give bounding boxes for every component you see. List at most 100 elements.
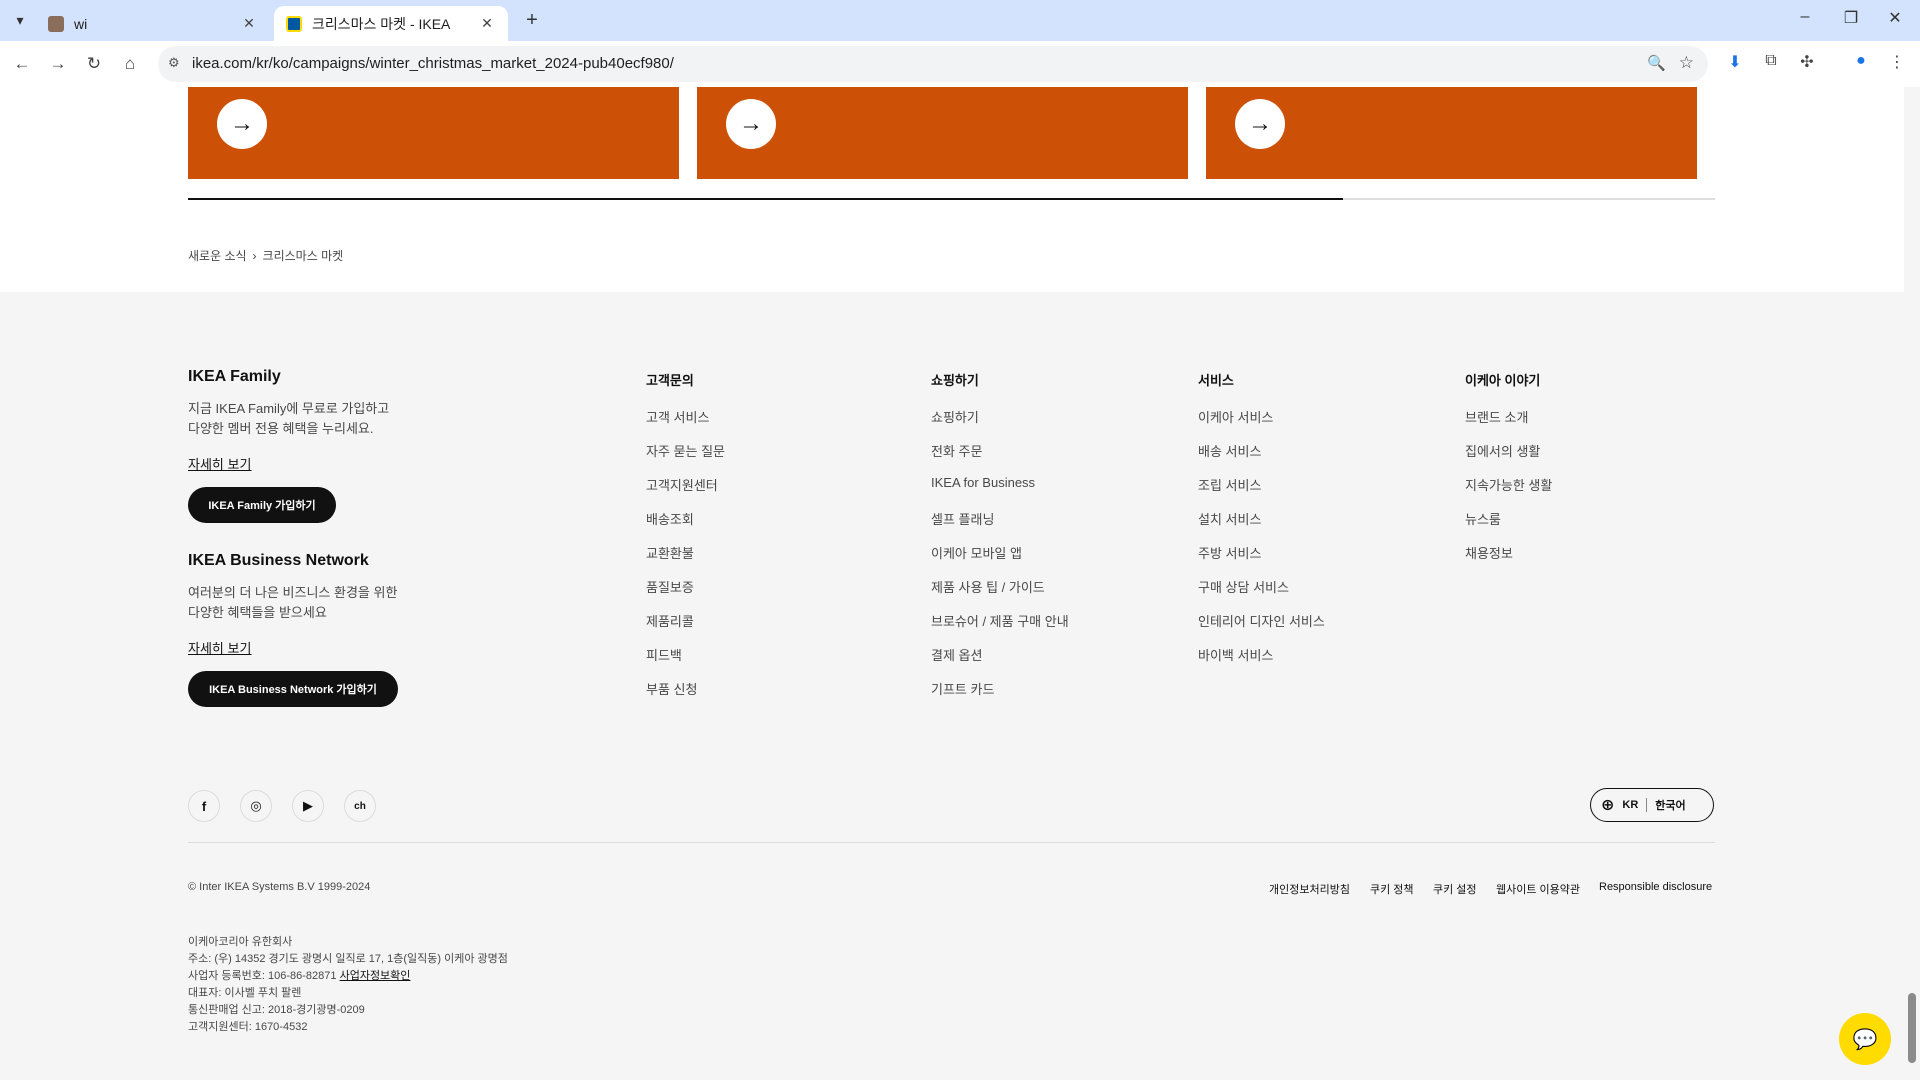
youtube-icon[interactable]: ▶	[292, 790, 324, 822]
browser-toolbar: ← → ↻ ⌂ ⚙ ikea.com/kr/ko/campaigns/winte…	[0, 41, 1920, 87]
family-more-link[interactable]: 자세히 보기	[188, 454, 251, 473]
download-icon[interactable]: ⬇	[1724, 52, 1746, 74]
language-name: 한국어	[1655, 800, 1686, 812]
forward-icon[interactable]: →	[47, 53, 69, 75]
family-join-button[interactable]: IKEA Family 가입하기	[188, 487, 336, 523]
footer-link[interactable]: 뉴스룸	[1465, 509, 1501, 528]
footer-link[interactable]: IKEA for Business	[931, 475, 1035, 490]
footer-link[interactable]: 이케아 모바일 앱	[931, 543, 1022, 562]
site-info-icon[interactable]: ⚙	[168, 55, 180, 71]
footer-link[interactable]: 결제 옵션	[931, 645, 982, 664]
restore-icon[interactable]: ❐	[1836, 8, 1866, 28]
chat-button[interactable]: 💬	[1839, 1013, 1891, 1065]
biz-no-text: 사업자 등록번호: 106-86-82871	[188, 970, 337, 982]
business-text-1: 여러분의 더 나은 비즈니스 환경을 위한	[188, 585, 398, 600]
tab-title: 크리스마스 마켓 - IKEA	[312, 15, 451, 32]
globe-icon: ⊕	[1601, 797, 1615, 814]
home-icon[interactable]: ⌂	[119, 53, 141, 75]
legal-link-cookie-policy[interactable]: 쿠키 정책	[1370, 881, 1414, 897]
footer-link[interactable]: 고객 서비스	[646, 407, 709, 426]
arrow-right-icon[interactable]: →	[1235, 99, 1285, 149]
promo-card[interactable]: →	[188, 87, 679, 179]
url-text[interactable]: ikea.com/kr/ko/campaigns/winter_christma…	[192, 55, 674, 72]
legal-link-terms[interactable]: 웹사이트 이용약관	[1496, 881, 1580, 897]
col-heading-story: 이케아 이야기	[1465, 373, 1541, 388]
legal-link-privacy[interactable]: 개인정보처리방침	[1269, 881, 1350, 897]
tab-search-icon[interactable]: ▾	[8, 8, 32, 32]
footer-link[interactable]: 기프트 카드	[931, 679, 994, 698]
business-more-link[interactable]: 자세히 보기	[188, 638, 251, 657]
footer-link[interactable]: 지속가능한 생활	[1465, 475, 1552, 494]
bookmark-star-icon[interactable]: ☆	[1679, 53, 1694, 73]
footer-link[interactable]: 집에서의 생활	[1465, 441, 1540, 460]
close-icon[interactable]: ✕	[478, 15, 496, 32]
footer-link[interactable]: 셀프 플래닝	[931, 509, 994, 528]
footer-link[interactable]: 제품리콜	[646, 611, 694, 630]
menu-icon[interactable]: ⋮	[1886, 52, 1908, 74]
footer-link[interactable]: 이케아 서비스	[1198, 407, 1273, 426]
footer-link[interactable]: 채용정보	[1465, 543, 1513, 562]
footer-link[interactable]: 브로슈어 / 제품 구매 안내	[931, 611, 1069, 630]
tab-ikea[interactable]: 크리스마스 마켓 - IKEA ✕	[274, 6, 508, 41]
company-ceo: 대표자: 이사벨 푸치 팔렌	[188, 987, 302, 999]
extensions-puzzle-icon[interactable]: ✣	[1796, 52, 1818, 74]
footer-link[interactable]: 바이백 서비스	[1198, 645, 1273, 664]
footer-link[interactable]: 고객지원센터	[646, 475, 718, 494]
footer-link[interactable]: 설치 서비스	[1198, 509, 1261, 528]
legal-link-cookie-settings[interactable]: 쿠키 설정	[1433, 881, 1477, 897]
footer-link[interactable]: 전화 주문	[931, 441, 982, 460]
close-icon[interactable]: ✕	[240, 15, 258, 32]
minimize-icon[interactable]: –	[1790, 8, 1820, 26]
footer-link[interactable]: 교환환불	[646, 543, 694, 562]
divider	[1646, 798, 1648, 812]
business-title: IKEA Business Network	[188, 552, 369, 569]
footer-link[interactable]: 인테리어 디자인 서비스	[1198, 611, 1325, 630]
country-code: KR	[1622, 799, 1639, 811]
zoom-icon[interactable]: 🔍	[1647, 54, 1666, 72]
scrollbar-thumb[interactable]	[1908, 993, 1916, 1063]
carousel-progress-fill	[188, 198, 1343, 200]
new-tab-button[interactable]: +	[520, 8, 544, 32]
breadcrumb-link[interactable]: 새로운 소식	[188, 249, 247, 263]
footer-link[interactable]: 배송 서비스	[1198, 441, 1261, 460]
footer-link[interactable]: 주방 서비스	[1198, 543, 1261, 562]
arrow-right-icon[interactable]: →	[726, 99, 776, 149]
tab-wi[interactable]: wi ✕	[36, 6, 270, 41]
chevron-right-icon: ›	[252, 249, 257, 263]
back-icon[interactable]: ←	[11, 53, 33, 75]
footer-link[interactable]: 브랜드 소개	[1465, 407, 1528, 426]
family-text-2: 다양한 멤버 전용 혜택을 누리세요.	[188, 421, 374, 436]
instagram-icon[interactable]: ◎	[240, 790, 272, 822]
promo-card[interactable]: →	[1206, 87, 1697, 179]
footer-link[interactable]: 배송조회	[646, 509, 694, 528]
page-scrollbar[interactable]	[1904, 87, 1920, 1080]
footer-link[interactable]: 부품 신청	[646, 679, 697, 698]
reload-icon[interactable]: ↻	[83, 53, 105, 75]
promo-card[interactable]: →	[697, 87, 1188, 179]
language-selector[interactable]: ⊕ KR 한국어	[1590, 788, 1714, 822]
footer-link[interactable]: 조립 서비스	[1198, 475, 1261, 494]
footer-link[interactable]: 피드백	[646, 645, 682, 664]
ikea-favicon	[286, 15, 302, 32]
facebook-icon[interactable]: f	[188, 790, 220, 822]
extension-icon[interactable]: ⧉	[1760, 52, 1782, 74]
biz-info-link[interactable]: 사업자정보확인	[340, 970, 411, 982]
footer-link[interactable]: 자주 묻는 질문	[646, 441, 725, 460]
arrow-right-icon[interactable]: →	[217, 99, 267, 149]
legal-link-disclosure[interactable]: Responsible disclosure	[1599, 881, 1712, 893]
window-close-icon[interactable]: ✕	[1880, 8, 1910, 28]
col-heading-service: 서비스	[1198, 373, 1234, 388]
footer-link[interactable]: 품질보증	[646, 577, 694, 596]
footer-divider	[188, 842, 1715, 843]
carousel-progress[interactable]	[188, 198, 1715, 200]
business-join-button[interactable]: IKEA Business Network 가입하기	[188, 671, 398, 707]
kakao-channel-icon[interactable]: ch	[344, 790, 376, 822]
address-bar[interactable]: ⚙ ikea.com/kr/ko/campaigns/winter_christ…	[158, 46, 1708, 82]
footer-link[interactable]: 구매 상담 서비스	[1198, 577, 1289, 596]
footer-link[interactable]: 쇼핑하기	[931, 407, 979, 426]
profile-icon[interactable]: ●	[1850, 52, 1872, 74]
breadcrumb: 새로운 소식 › 크리스마스 마켓	[188, 247, 343, 264]
company-name: 이케아코리아 유한회사	[188, 936, 293, 948]
footer-link[interactable]: 제품 사용 팁 / 가이드	[931, 577, 1045, 596]
chat-icon: 💬	[1852, 1028, 1878, 1051]
